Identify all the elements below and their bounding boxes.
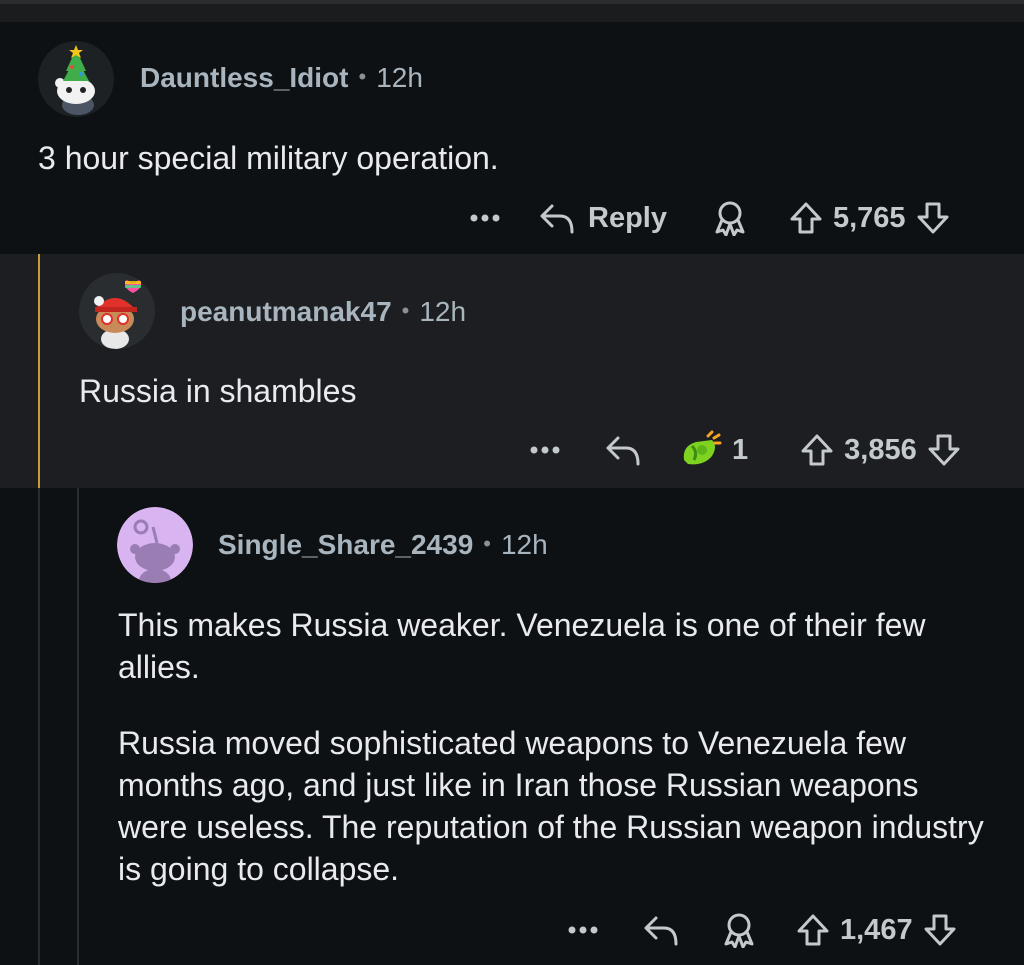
reply-arrow-icon[interactable] [604, 434, 642, 466]
meta-separator: • [483, 531, 491, 556]
username[interactable]: peanutmanak47 [180, 296, 392, 327]
vote-control: 3,856 [800, 433, 961, 467]
thread-line[interactable] [38, 488, 40, 965]
avatar-default-snoo-image [117, 507, 193, 583]
vote-count: 5,765 [832, 201, 906, 234]
thread-line-highlight[interactable] [38, 254, 40, 488]
vote-count: 1,467 [840, 913, 913, 946]
award-ribbon-icon[interactable] [722, 912, 756, 948]
avatar[interactable] [79, 273, 155, 349]
username[interactable]: Dauntless_Idiot [140, 62, 348, 93]
reply-arrow-icon [538, 202, 576, 234]
avatar[interactable] [38, 41, 114, 117]
comment-meta: Single_Share_2439 • 12h [218, 529, 548, 561]
meta-separator: • [401, 298, 410, 323]
downvote-arrow-icon[interactable] [916, 201, 950, 235]
gift-award-icon [678, 430, 722, 470]
comment-body: 3 hour special military operation. [38, 137, 978, 179]
timestamp: 12h [500, 529, 548, 560]
more-icon[interactable] [470, 214, 500, 222]
reply-arrow-icon[interactable] [642, 914, 680, 946]
upvote-arrow-icon[interactable] [796, 913, 830, 947]
reply-button[interactable]: Reply [538, 202, 667, 235]
comment-body: This makes Russia weaker. Venezuela is o… [118, 604, 988, 890]
timestamp: 12h [419, 296, 467, 327]
avatar-snoo-tree-image [38, 41, 114, 117]
avatar-snoo-cap-image [79, 273, 155, 349]
upvote-arrow-icon[interactable] [789, 201, 823, 235]
timestamp: 12h [376, 62, 423, 93]
downvote-arrow-icon[interactable] [927, 433, 961, 467]
vote-count: 3,856 [844, 433, 917, 466]
avatar[interactable] [117, 507, 193, 583]
vote-control: 1,467 [796, 913, 957, 947]
username[interactable]: Single_Share_2439 [218, 529, 473, 560]
comment-paragraph: Russia in shambles [79, 373, 357, 409]
award-button[interactable]: 1 [678, 430, 758, 470]
more-icon[interactable] [568, 926, 598, 934]
award-count: 1 [732, 433, 749, 466]
comment-paragraph: Russia moved sophisticated weapons to Ve… [118, 725, 984, 887]
downvote-arrow-icon[interactable] [923, 913, 957, 947]
vote-control: 5,765 [789, 201, 950, 235]
comment-actions: 1 3,856 [530, 430, 961, 470]
upvote-arrow-icon[interactable] [800, 433, 834, 467]
more-icon[interactable] [530, 446, 560, 454]
reply-label: Reply [588, 201, 667, 234]
comment-meta: peanutmanak47 • 12h [180, 296, 466, 328]
top-divider [0, 0, 1024, 4]
comment-actions: 1,467 [568, 910, 957, 950]
comment-meta: Dauntless_Idiot • 12h [140, 62, 423, 94]
meta-separator: • [358, 64, 367, 89]
top-bar [0, 0, 1024, 22]
comment-body: Russia in shambles [79, 370, 979, 412]
thread-line[interactable] [77, 488, 79, 965]
comment-actions: Reply 5,765 [470, 198, 950, 238]
comment-paragraph: This makes Russia weaker. Venezuela is o… [118, 607, 926, 685]
award-ribbon-icon[interactable] [713, 200, 747, 236]
comment-paragraph: 3 hour special military operation. [38, 140, 499, 176]
